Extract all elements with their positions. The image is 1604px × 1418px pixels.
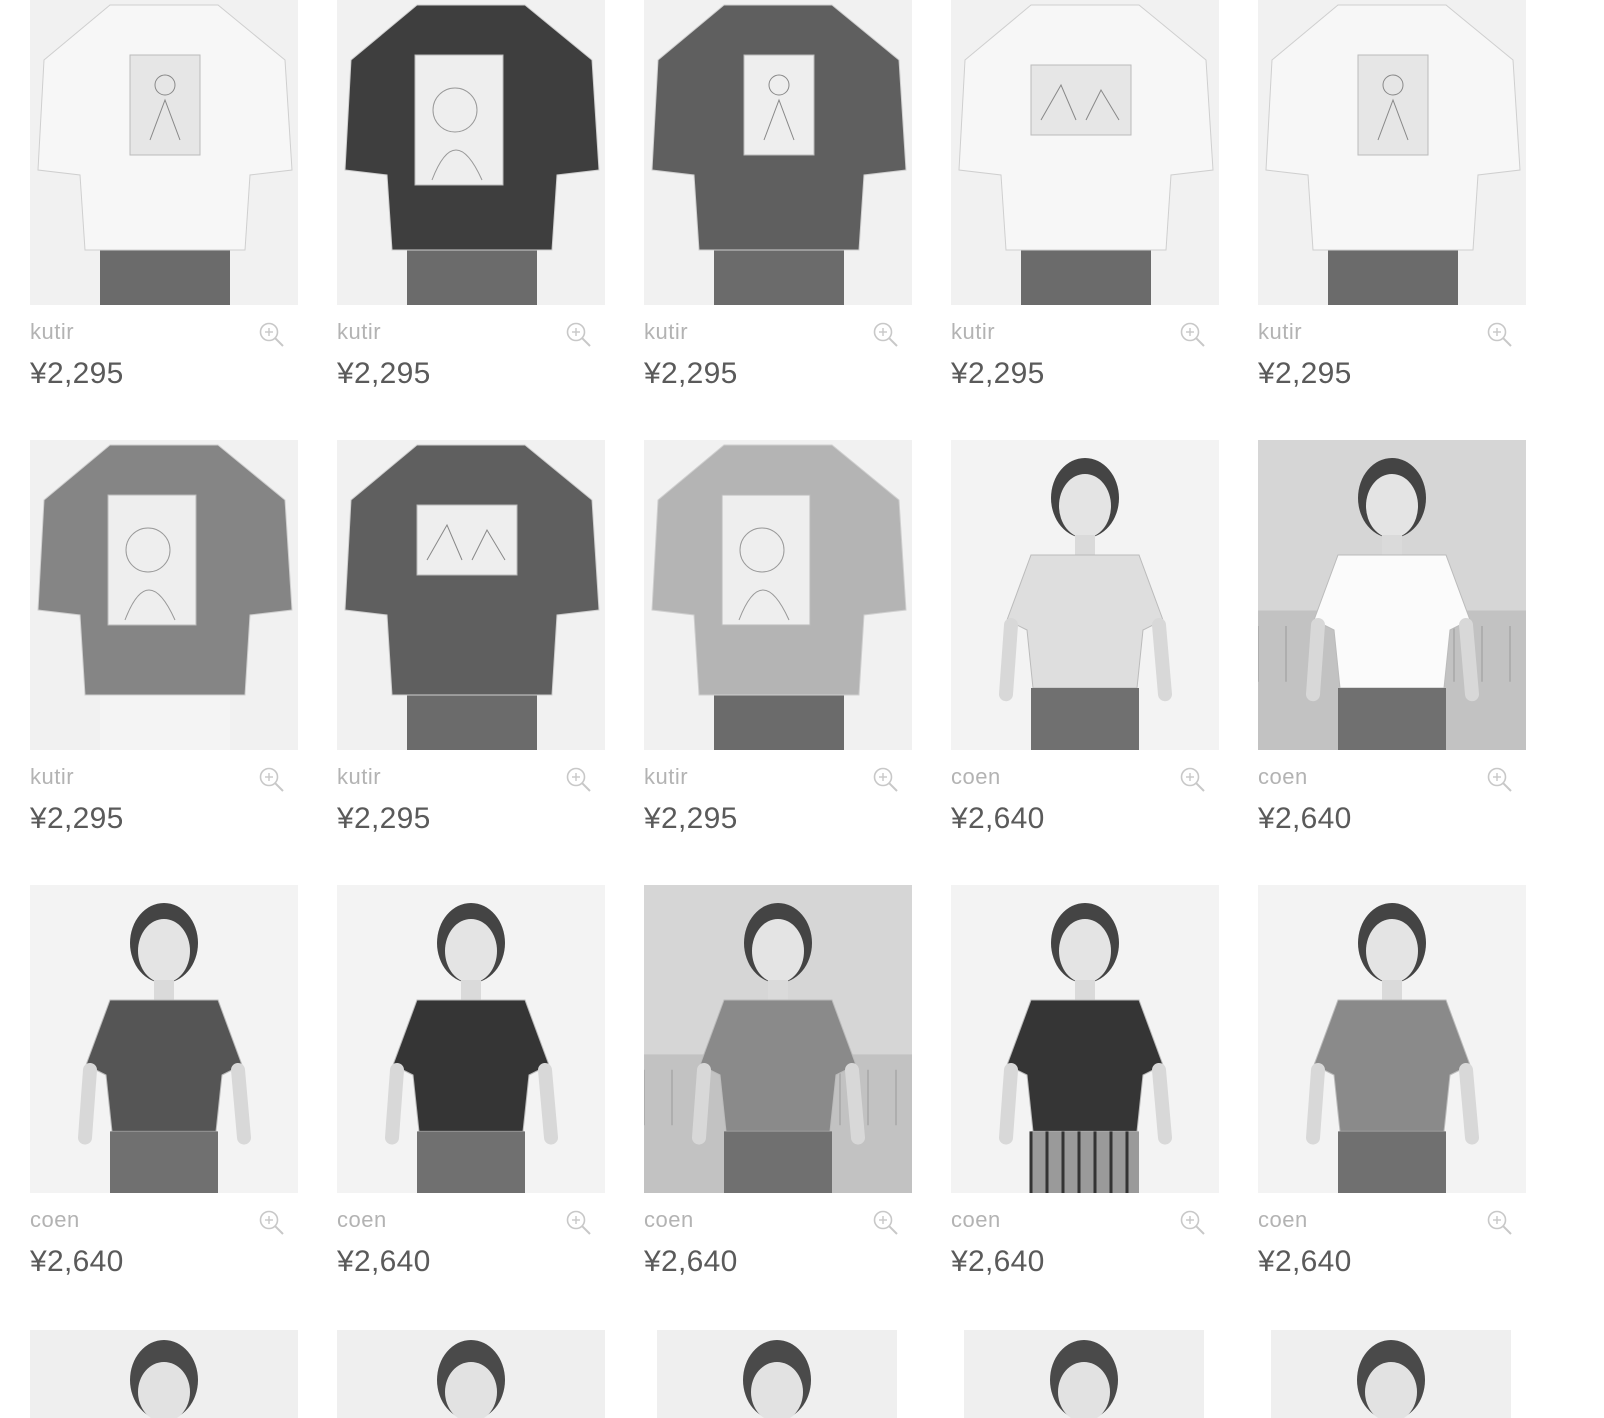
zoom-in-icon[interactable] — [1486, 321, 1514, 349]
brand-name: kutir — [951, 319, 996, 344]
brand-name: coen — [30, 1207, 80, 1232]
price: ¥2,640 — [1258, 802, 1352, 835]
product-card[interactable]: coen ¥2,640 — [644, 885, 912, 1278]
brand-name: kutir — [337, 764, 382, 789]
product-image[interactable] — [951, 885, 1219, 1193]
price: ¥2,640 — [951, 802, 1045, 835]
price: ¥2,295 — [30, 357, 124, 390]
zoom-in-icon[interactable] — [1486, 766, 1514, 794]
zoom-in-icon[interactable] — [1486, 1209, 1514, 1237]
brand-name: coen — [644, 1207, 694, 1232]
brand-name: kutir — [337, 319, 382, 344]
zoom-in-icon[interactable] — [872, 321, 900, 349]
brand-name: coen — [1258, 764, 1308, 789]
zoom-in-icon[interactable] — [258, 1209, 286, 1237]
product-image[interactable] — [30, 440, 298, 750]
brand-name: kutir — [30, 319, 75, 344]
zoom-in-icon[interactable] — [872, 766, 900, 794]
brand-name: coen — [951, 764, 1001, 789]
zoom-in-icon[interactable] — [1179, 766, 1207, 794]
zoom-in-icon[interactable] — [258, 766, 286, 794]
price: ¥2,640 — [1258, 1245, 1352, 1278]
product-card[interactable] — [657, 1330, 897, 1418]
product-image[interactable] — [644, 885, 912, 1193]
product-card[interactable]: kutir ¥2,295 — [30, 440, 298, 835]
price: ¥2,295 — [337, 802, 431, 835]
zoom-in-icon[interactable] — [565, 1209, 593, 1237]
brand-name: kutir — [1258, 319, 1303, 344]
zoom-in-icon[interactable] — [872, 1209, 900, 1237]
product-card[interactable]: coen ¥2,640 — [1258, 440, 1526, 835]
zoom-in-icon[interactable] — [565, 321, 593, 349]
product-image[interactable] — [964, 1330, 1204, 1418]
zoom-in-icon[interactable] — [258, 321, 286, 349]
price: ¥2,295 — [337, 357, 431, 390]
product-image[interactable] — [30, 1330, 298, 1418]
product-card[interactable] — [30, 1330, 298, 1418]
product-card[interactable]: kutir ¥2,295 — [337, 440, 605, 835]
product-image[interactable] — [644, 0, 912, 305]
product-image[interactable] — [337, 440, 605, 750]
product-image[interactable] — [1258, 885, 1526, 1193]
product-card[interactable]: kutir ¥2,295 — [644, 440, 912, 835]
brand-name: kutir — [30, 764, 75, 789]
product-card[interactable]: kutir ¥2,295 — [1258, 0, 1526, 390]
product-image[interactable] — [337, 0, 605, 305]
price: ¥2,295 — [30, 802, 124, 835]
product-image[interactable] — [30, 885, 298, 1193]
price: ¥2,295 — [644, 357, 738, 390]
price: ¥2,295 — [1258, 357, 1352, 390]
brand-name: coen — [337, 1207, 387, 1232]
product-image[interactable] — [30, 0, 298, 305]
product-card[interactable] — [1271, 1330, 1511, 1418]
product-image[interactable] — [1258, 440, 1526, 750]
price: ¥2,640 — [644, 1245, 738, 1278]
brand-name: kutir — [644, 764, 689, 789]
product-card[interactable] — [964, 1330, 1204, 1418]
product-image[interactable] — [1258, 0, 1526, 305]
zoom-in-icon[interactable] — [565, 766, 593, 794]
product-card[interactable]: coen ¥2,640 — [951, 440, 1219, 835]
product-card[interactable] — [337, 1330, 605, 1418]
zoom-in-icon[interactable] — [1179, 1209, 1207, 1237]
product-card[interactable]: kutir ¥2,295 — [644, 0, 912, 390]
product-card[interactable]: kutir ¥2,295 — [30, 0, 298, 390]
product-card[interactable]: kutir ¥2,295 — [951, 0, 1219, 390]
product-card[interactable]: coen ¥2,640 — [1258, 885, 1526, 1278]
product-card[interactable]: coen ¥2,640 — [951, 885, 1219, 1278]
price: ¥2,640 — [337, 1245, 431, 1278]
brand-name: kutir — [644, 319, 689, 344]
product-image[interactable] — [337, 1330, 605, 1418]
product-image[interactable] — [337, 885, 605, 1193]
product-image[interactable] — [1271, 1330, 1511, 1418]
product-image[interactable] — [951, 440, 1219, 750]
brand-name: coen — [1258, 1207, 1308, 1232]
product-card[interactable]: coen ¥2,640 — [337, 885, 605, 1278]
brand-name: coen — [951, 1207, 1001, 1232]
price: ¥2,640 — [30, 1245, 124, 1278]
price: ¥2,295 — [951, 357, 1045, 390]
zoom-in-icon[interactable] — [1179, 321, 1207, 349]
price: ¥2,640 — [951, 1245, 1045, 1278]
product-card[interactable]: kutir ¥2,295 — [337, 0, 605, 390]
price: ¥2,295 — [644, 802, 738, 835]
product-image[interactable] — [644, 440, 912, 750]
product-card[interactable]: coen ¥2,640 — [30, 885, 298, 1278]
product-image[interactable] — [951, 0, 1219, 305]
product-image[interactable] — [657, 1330, 897, 1418]
